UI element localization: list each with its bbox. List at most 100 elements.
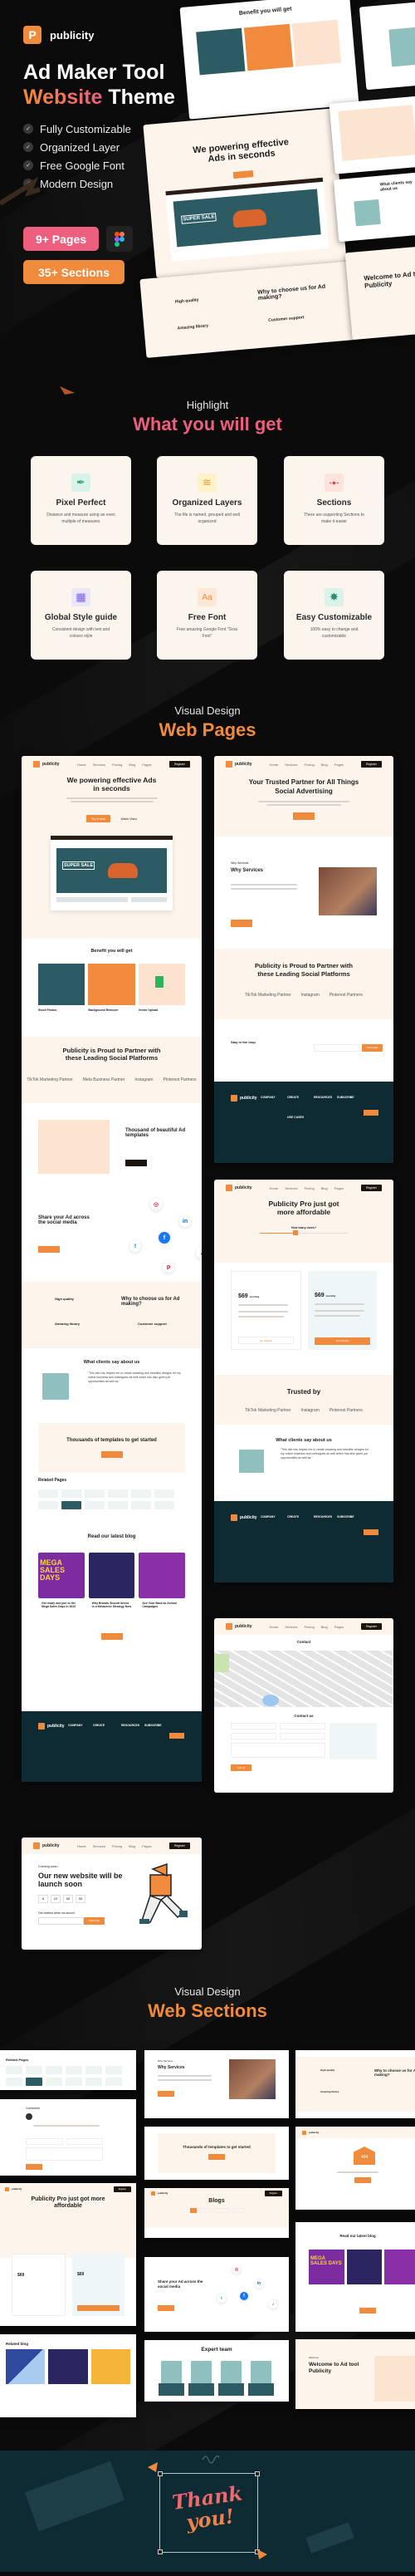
feature-title: Sections — [316, 498, 352, 508]
preview-about-title: Welcome to Ad tool Publicity — [363, 269, 415, 290]
section-pricing-title: Publicity Pro just got more affordable — [31, 2196, 105, 2209]
section-404: publicity 404 — [295, 2127, 415, 2210]
thank-you-section: Thank you! — [0, 2451, 415, 2572]
section-share-social: Share your Ad across the social media ◎ … — [144, 2257, 289, 2332]
instagram-icon: ◎ — [150, 1199, 162, 1210]
preview-clients: What clients say about us — [333, 172, 415, 243]
footer: publicity COMPANY CREATE RESOURCES SUBSC… — [22, 1711, 202, 1782]
submit-button[interactable]: Submit — [231, 1764, 251, 1771]
map[interactable] — [214, 1651, 393, 1707]
preview-home-title: We powering effective Ads in seconds — [192, 137, 290, 164]
feature-desc: There are supporting Sections to make it… — [304, 513, 364, 524]
feature-title: Organized Layers — [172, 498, 242, 508]
footer: publicity COMPANY CREATE RESOURCES SUBSC… — [214, 1501, 393, 1582]
check-icon: ✓ — [23, 160, 33, 170]
section-expert-team: Expert team — [144, 2340, 289, 2402]
feature-desc: Free amazing Google Font "Sora Font" — [176, 627, 238, 639]
section-related-pages: Related Pages — [0, 2050, 136, 2090]
mega-sales-image: MEGA SALES DAYS — [38, 1553, 85, 1598]
feature-title: Easy Customizable — [295, 613, 373, 622]
notify-subscribe-button[interactable]: Subscribe — [84, 1917, 105, 1925]
hero-feature-item: ✓ Organized Layer — [23, 138, 131, 156]
footer: publicity COMPANY CREATE USE CASES RESOU… — [214, 1082, 393, 1163]
why-title: Why to choose us for Ad making? — [121, 1297, 180, 1307]
brand-logo: P publicity — [23, 26, 94, 44]
message-textarea[interactable] — [231, 1743, 325, 1758]
star-badge-icon: ✸ — [325, 588, 344, 606]
feature-desc: 100% easy to change and customizable — [310, 627, 359, 639]
preview-about: Welcome to Ad tool Publicity — [344, 245, 415, 341]
font-icon: Aa — [198, 588, 217, 606]
sections-badge: 35+ Sections — [23, 260, 124, 284]
pinterest-icon: p — [163, 1261, 174, 1273]
contact-title: Contact — [296, 1640, 311, 1644]
logo-mark — [33, 761, 40, 768]
services-page-preview: publicity Home Services Pricing Blog Pages Reg… — [214, 756, 393, 1163]
section-why-services: Why Services Why Services — [144, 2050, 289, 2118]
preview-templates — [329, 96, 415, 174]
tiktok-icon: ♪ — [196, 1247, 202, 1259]
blog-title: Read our latest blog — [87, 1534, 136, 1539]
contact-form-title: Contact us — [294, 1714, 314, 1718]
newsletter-subscribe-button[interactable]: Subscribe — [362, 1044, 383, 1052]
watch-video-link[interactable]: Watch Video — [120, 817, 137, 821]
share-title: Share your Ad across the social media — [38, 1215, 90, 1225]
email-input[interactable] — [280, 1723, 325, 1730]
decor-tape — [24, 2461, 125, 2532]
tiktok-icon: ♪ — [269, 2300, 277, 2309]
feature-card-sections: -●- Sections There are supporting Sectio… — [284, 456, 384, 545]
pricing-page-preview: publicity Home Services Pricing Blog Pages Reg… — [214, 1180, 393, 1582]
home-page-preview: publicity Home Services Pricing Blog Pages R… — [22, 756, 202, 1782]
preview-benefit-title: Benefit you will get — [238, 6, 292, 17]
preview-benefits: Benefit you will get — [179, 0, 359, 120]
layers-icon: ≋ — [198, 473, 217, 492]
trusted-by-title: Trusted by — [286, 1388, 321, 1396]
register-button[interactable]: Register — [168, 761, 190, 768]
services-partners-title: Publicity is Proud to Partner with these… — [255, 962, 353, 978]
preview-team — [359, 1, 415, 91]
users-slider[interactable] — [260, 1230, 348, 1235]
feature-title: Pixel Perfect — [56, 498, 106, 508]
section-about: About us Welcome to Ad tool Publicity — [295, 2339, 415, 2409]
feature-card-pixel-perfect: ✒ Pixel Perfect Distance and measure usi… — [31, 456, 131, 545]
feature-title: Free Font — [188, 613, 227, 622]
get-started-button[interactable]: Get Started — [315, 1337, 370, 1345]
pricing-title: Publicity Pro just got more affordable — [268, 1200, 339, 1216]
feature-card-style-guide: ▦ Global Style guide Consistent design w… — [31, 571, 131, 660]
name-input[interactable] — [231, 1723, 276, 1730]
linkedin-icon: in — [179, 1215, 191, 1227]
web-sections-subtitle: Visual Design — [174, 1985, 241, 1998]
preview-clients-title: What clients say about us — [379, 179, 413, 193]
about-title: Welcome to Ad tool Publicity — [309, 2362, 359, 2374]
pricing-card-featured: $69 monthly Get Started — [308, 1271, 377, 1350]
section-blogs-hero: publicity Register Blogs — [144, 2188, 289, 2238]
brand-name: publicity — [50, 28, 95, 42]
section-latest-blog: Read our latest blog MEGA SALES DAYS — [295, 2222, 415, 2332]
why-services-title: Why Services — [231, 868, 264, 873]
feature-desc: The file is named, grouped and well orga… — [174, 513, 240, 524]
feature-card-organized-layers: ≋ Organized Layers The file is named, gr… — [157, 456, 257, 545]
partners-title: Publicity is Proud to Partner with these… — [62, 1047, 161, 1062]
try-now-button[interactable]: Try it now — [85, 815, 111, 822]
hero-feature-item: ✓ Free Google Font — [23, 156, 131, 174]
section-cta-templates: Thousands of templates to get started — [144, 2127, 289, 2180]
preview-why-title: Why to choose us for Ad making? — [256, 283, 326, 302]
decor-tape — [305, 2522, 354, 2554]
subject-input[interactable] — [280, 1733, 325, 1739]
facebook-icon: f — [240, 2292, 248, 2300]
figma-icon — [106, 226, 133, 252]
pen-nib-icon: ✒ — [71, 473, 90, 492]
feature-title: Global Style guide — [44, 613, 118, 622]
home-hero-title: We powering effective Ads in seconds — [66, 776, 157, 792]
vector-upload-icon — [154, 976, 164, 988]
phone-input[interactable] — [231, 1733, 276, 1739]
cta-title: Thousands of templates to get started — [66, 1438, 157, 1443]
web-sections-title: Web Sections — [148, 2000, 267, 2021]
highlight-subtitle: Highlight — [186, 399, 229, 411]
twitter-icon: t — [217, 2294, 226, 2303]
get-started-button[interactable]: Get Started — [238, 1337, 294, 1344]
super-sale-label: SUPER SALE — [181, 213, 217, 224]
services-hero-title: Your Trusted Partner for All Things Soci… — [248, 778, 359, 795]
grid-icon: ▦ — [71, 588, 90, 606]
preview-home: We powering effective Ads in seconds SUPE… — [143, 108, 347, 278]
